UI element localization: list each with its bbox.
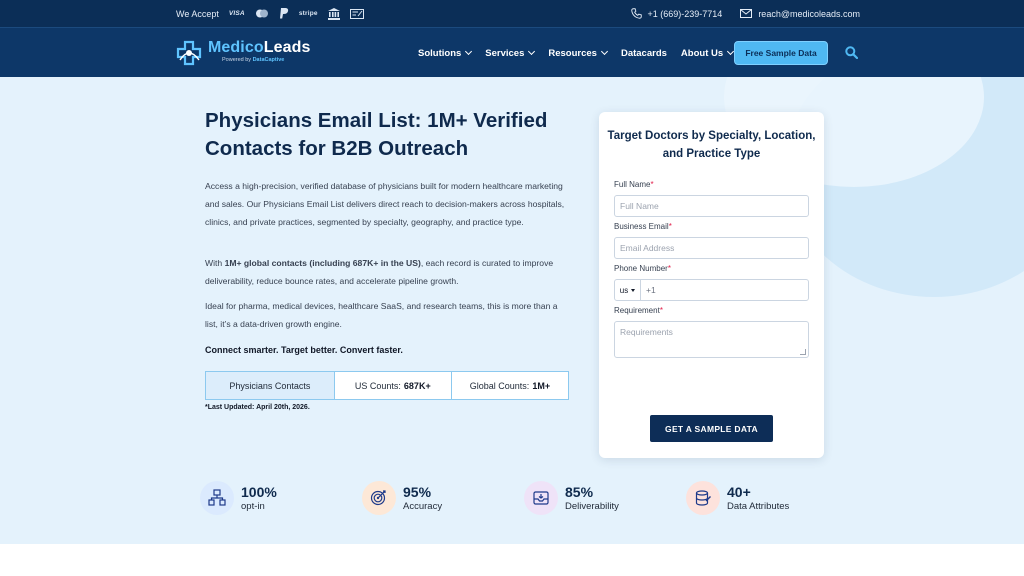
payment-methods: We Accept VISA stripe [176,0,364,27]
logo-mark-icon [176,40,202,66]
form-title: Target Doctors by Specialty, Location, a… [607,130,816,160]
we-accept-label: We Accept [176,8,219,19]
resize-handle-icon[interactable] [800,349,806,355]
global-counts: Global Counts: 1M+ [469,380,551,391]
paypal-icon [279,8,289,19]
get-sample-data-button[interactable]: GET A SAMPLE DATA [650,415,773,442]
contact-info: +1 (669)-239-7714 reach@medicoleads.com [630,0,860,27]
visa-icon: VISA [228,10,245,17]
phone-number-input[interactable]: +1 [641,285,656,295]
brand-name: MedicoLeads [208,39,311,56]
stat-deliverability: 85% Deliverability [524,480,619,516]
stat-data-attributes: 40+ Data Attributes [686,480,789,516]
page-title: Physicians Email List: 1M+ Verified Cont… [205,109,548,160]
email-address: reach@medicoleads.com [758,8,860,19]
mastercard-icon [255,9,269,18]
main-navbar: MedicoLeads Powered by DataCaptive Solut… [0,27,1024,77]
free-sample-data-button[interactable]: Free Sample Data [734,41,828,65]
top-bar: We Accept VISA stripe +1 (669)-239-7714 … [0,0,1024,27]
requirement-textarea[interactable]: Requirements [614,321,809,358]
chevron-down-icon [528,47,536,56]
search-icon[interactable] [845,46,858,59]
bank-icon [327,7,340,20]
counts-bar: Physicians Contacts US Counts: 687K+ Glob… [205,371,569,400]
tagline: Connect smarter. Target better. Convert … [205,345,403,355]
stat-value: 40+ [727,483,751,500]
phone-icon [630,8,642,19]
country-code-select[interactable]: us [615,280,641,300]
mail-icon [740,9,753,18]
stat-opt-in: 100% opt-in [200,480,277,516]
full-name-input[interactable]: Full Name [614,195,809,217]
email-link[interactable]: reach@medicoleads.com [740,9,860,19]
stat-value: 100% [241,483,277,500]
target-icon [362,481,396,515]
physicians-contacts-tab[interactable]: Physicians Contacts [206,372,335,399]
requirement-label: Requirement* [614,306,663,315]
phone-number-label: Phone Number* [614,264,671,273]
stat-label: Deliverability [565,500,619,512]
business-email-input[interactable]: Email Address [614,237,809,259]
nav-resources[interactable]: Resources [548,47,609,59]
nav-solutions[interactable]: Solutions [418,47,473,59]
nav-about-us[interactable]: About Us [681,48,735,59]
inbox-icon [524,481,558,515]
stat-value: 95% [403,483,432,500]
stat-label: Accuracy [403,500,443,512]
check-icon [349,8,364,19]
contacts-paragraph: With 1M+ global contacts (including 687K… [205,258,554,286]
us-counts: US Counts: 687K+ [335,372,452,399]
audience-paragraph: Ideal for pharma, medical devices, healt… [205,301,558,329]
brand-logo[interactable]: MedicoLeads Powered by DataCaptive [176,38,316,68]
sample-request-form: Target Doctors by Specialty, Location, a… [599,112,824,458]
intro-paragraph: Access a high-precision, verified databa… [205,181,565,227]
full-name-label: Full Name* [614,180,654,189]
phone-number-field: us +1 [614,279,809,301]
stat-accuracy: 95% Accuracy [362,480,442,516]
nav-menu: Solutions Services Resources Datacards A… [418,28,735,78]
stat-label: opt-in [241,500,265,512]
stat-value: 85% [565,483,594,500]
business-email-label: Business Email* [614,222,672,231]
powered-by: Powered by DataCaptive [222,57,285,63]
stripe-icon: stripe [298,10,318,17]
phone-link[interactable]: +1 (669)-239-7714 [630,8,723,19]
last-updated: *Last Updated: April 20th, 2026. [205,404,310,411]
chevron-down-icon [465,47,473,56]
nav-datacards[interactable]: Datacards [621,48,667,59]
database-icon [686,481,720,515]
phone-number: +1 (669)-239-7714 [647,8,723,19]
nav-services[interactable]: Services [485,47,536,59]
chevron-down-icon [600,47,609,56]
network-icon [200,481,234,515]
stat-label: Data Attributes [727,500,790,512]
caret-down-icon [631,288,636,292]
